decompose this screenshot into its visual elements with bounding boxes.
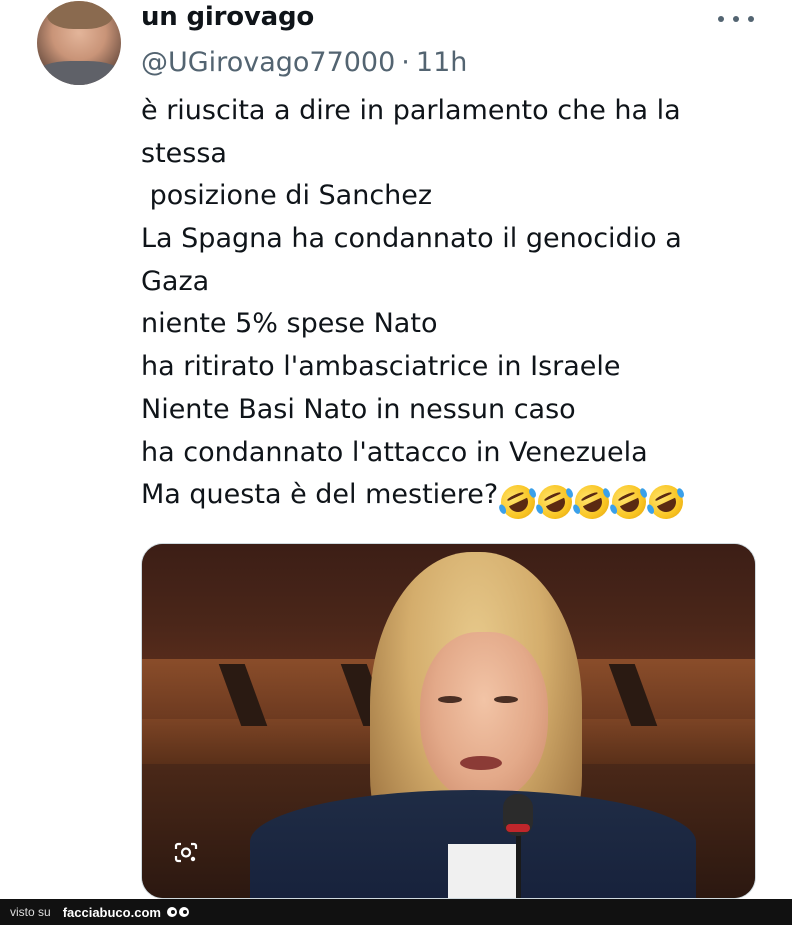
tweet-line: Gaza (141, 265, 210, 297)
tweet-line: ha ritirato l'ambasciatrice in Israele (141, 351, 621, 383)
photo-mic-ring (506, 824, 530, 832)
photo-person-shirt (448, 844, 520, 898)
more-dot (748, 16, 754, 22)
google-lens-icon[interactable] (174, 842, 198, 864)
footer-eyes-icon (166, 907, 189, 917)
more-dot (733, 16, 739, 22)
author-handle[interactable]: @UGirovago77000 (141, 47, 395, 78)
watermark-footer: visto su facciabuco.com (0, 899, 792, 925)
tweet-text: è riuscita a dire in parlamento che ha l… (141, 90, 781, 525)
footer-site-name[interactable]: facciabuco.com (63, 905, 161, 920)
photo-person-face (420, 632, 548, 802)
tweet-line: La Spagna ha condannato il genocidio a (141, 223, 682, 255)
photo-person-eye (438, 696, 462, 703)
tweet-media-photo[interactable] (141, 543, 756, 899)
tweet-line: stessa (141, 137, 227, 169)
tweet-timestamp[interactable]: 11h (416, 47, 467, 78)
avatar-shirt (37, 61, 121, 85)
author-display-name[interactable]: un girovago (141, 2, 314, 32)
tweet-line: Niente Basi Nato in nessun caso (141, 393, 576, 425)
tweet-screenshot: un girovago @UGirovago77000 · 11h è riusci… (0, 0, 792, 925)
tweet-meta: @UGirovago77000 · 11h (141, 47, 467, 78)
more-dot (718, 16, 724, 22)
footer-prefix: visto su (10, 905, 51, 919)
tweet-line-text: Ma questa è del mestiere? (141, 479, 499, 511)
rofl-icon (569, 479, 615, 525)
tweet-line: niente 5% spese Nato (141, 308, 438, 340)
rofl-icon (643, 479, 689, 525)
more-options-icon[interactable] (718, 12, 754, 26)
tweet-line: posizione di Sanchez (141, 180, 433, 212)
photo-person-eye (494, 696, 518, 703)
emoji-row (495, 479, 689, 525)
meta-separator: · (401, 47, 410, 78)
rofl-icon (532, 479, 578, 525)
avatar[interactable] (37, 1, 121, 85)
photo-scene (142, 544, 755, 898)
photo-person-mouth (460, 756, 502, 770)
rofl-icon (606, 479, 652, 525)
rofl-icon (495, 479, 541, 525)
tweet-line: ha condannato l'attacco in Venezuela (141, 436, 648, 468)
tweet-last-line: Ma questa è del mestiere? (141, 474, 781, 525)
tweet-line: è riuscita a dire in parlamento che ha l… (141, 95, 681, 126)
avatar-hair (47, 1, 113, 29)
